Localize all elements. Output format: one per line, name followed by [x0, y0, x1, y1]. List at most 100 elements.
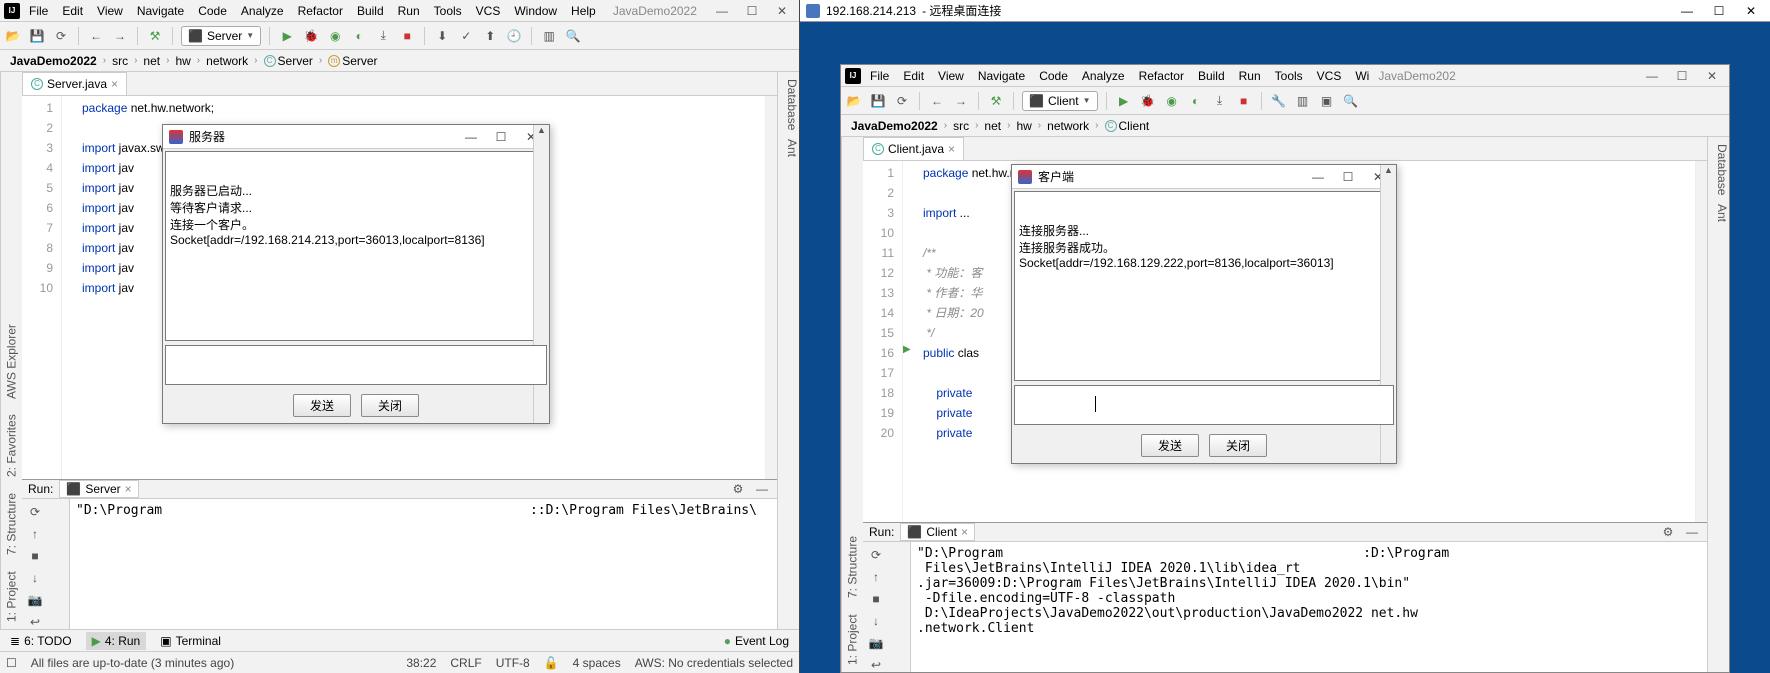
attach-icon[interactable]: ⤓ — [374, 27, 392, 45]
search-icon[interactable]: 🔍 — [564, 27, 582, 45]
swing-maximize-icon[interactable]: ☐ — [1336, 170, 1360, 184]
crumb-member[interactable]: mServer — [324, 53, 381, 69]
sync-icon[interactable]: ⟳ — [893, 92, 911, 110]
tab-aws-explorer[interactable]: AWS Explorer — [3, 321, 21, 402]
open-icon[interactable]: 📂 — [845, 92, 863, 110]
menu-view[interactable]: View — [92, 2, 128, 20]
vcs-commit-icon[interactable]: ✓ — [457, 27, 475, 45]
menu-build[interactable]: Build — [1193, 67, 1230, 85]
wrench-icon[interactable]: 🔧 — [1270, 92, 1288, 110]
crumb-hw[interactable]: hw — [1012, 118, 1035, 134]
run-tab-server[interactable]: ⬛ Server × — [59, 480, 138, 498]
run-hide-icon[interactable]: — — [753, 480, 771, 498]
run-icon[interactable]: ▶ — [278, 27, 296, 45]
tab-project[interactable]: 1: Project — [3, 568, 21, 625]
run-settings-icon[interactable]: ⚙ — [1659, 523, 1677, 541]
structure-icon[interactable]: ▥ — [540, 27, 558, 45]
menu-window[interactable]: Window — [509, 2, 562, 20]
toggle-softwrap-icon[interactable]: ↩ — [25, 612, 45, 629]
crumb-class[interactable]: CServer — [260, 53, 317, 69]
run-config-dropdown[interactable]: ⬛ Server ▼ — [181, 26, 261, 46]
tab-todo[interactable]: ≣6: TODO — [4, 632, 78, 650]
rdp-close-icon[interactable]: ✕ — [1738, 4, 1764, 18]
crumb-net[interactable]: net — [980, 118, 1005, 134]
menu-help[interactable]: Help — [566, 2, 601, 20]
coverage-icon[interactable]: ◉ — [326, 27, 344, 45]
up-icon[interactable]: ↑ — [866, 567, 886, 587]
menu-code[interactable]: Code — [1034, 67, 1073, 85]
swing-minimize-icon[interactable]: — — [1306, 170, 1330, 184]
swing-send-button[interactable]: 发送 — [293, 394, 351, 417]
screenshot-icon[interactable]: 📷 — [25, 590, 45, 610]
rerun-icon[interactable]: ⟳ — [25, 502, 45, 522]
rdp-maximize-icon[interactable]: ☐ — [1706, 4, 1732, 18]
tab-database[interactable]: Database — [1713, 141, 1729, 198]
menu-vcs[interactable]: VCS — [1312, 67, 1347, 85]
swing-maximize-icon[interactable]: ☐ — [489, 130, 513, 144]
crumb-network[interactable]: network — [1043, 118, 1093, 134]
menu-wi[interactable]: Wi — [1350, 67, 1374, 85]
vcs-history-icon[interactable]: 🕘 — [505, 27, 523, 45]
menu-refactor[interactable]: Refactor — [1134, 67, 1189, 85]
menu-file[interactable]: File — [865, 67, 894, 85]
menu-tools[interactable]: Tools — [429, 2, 467, 20]
debug-icon[interactable]: 🐞 — [302, 27, 320, 45]
menu-run[interactable]: Run — [1234, 67, 1266, 85]
save-icon[interactable]: 💾 — [869, 92, 887, 110]
minimize-button[interactable]: — — [709, 4, 735, 18]
rdp-titlebar[interactable]: 192.168.214.213 - 远程桌面连接 — ☐ ✕ — [800, 0, 1770, 22]
coverage-icon[interactable]: ◉ — [1163, 92, 1181, 110]
status-indent[interactable]: 4 spaces — [573, 656, 621, 670]
stop-icon[interactable]: ■ — [1235, 92, 1253, 110]
structure-icon[interactable]: ▣ — [1318, 92, 1336, 110]
rdp-minimize-icon[interactable]: — — [1674, 4, 1700, 18]
toggle-softwrap-icon[interactable]: ↩ — [866, 655, 886, 672]
swing-close-button[interactable]: 关闭 — [1209, 434, 1267, 457]
swing-input[interactable] — [165, 345, 547, 385]
up-icon[interactable]: ↑ — [25, 524, 45, 544]
crumb-class[interactable]: CClient — [1101, 118, 1154, 134]
file-tab-client[interactable]: C Client.java × — [863, 137, 964, 160]
rerun-icon[interactable]: ⟳ — [866, 545, 886, 565]
menu-analyze[interactable]: Analyze — [236, 2, 289, 20]
run-icon[interactable]: ▶ — [1115, 92, 1133, 110]
run-tab-client[interactable]: ⬛ Client × — [900, 523, 975, 541]
remote-ide-window[interactable]: IJ File Edit View Navigate Code Analyze … — [840, 64, 1730, 673]
forward-icon[interactable]: → — [952, 92, 970, 110]
vcs-push-icon[interactable]: ⬆ — [481, 27, 499, 45]
close-tab-icon[interactable]: × — [948, 142, 955, 156]
menu-run[interactable]: Run — [393, 2, 425, 20]
tab-structure[interactable]: 7: Structure — [844, 533, 862, 601]
crumb-net[interactable]: net — [139, 53, 164, 69]
menu-analyze[interactable]: Analyze — [1077, 67, 1130, 85]
down-icon[interactable]: ↓ — [25, 568, 45, 588]
swing-textarea[interactable]: 连接服务器...连接服务器成功。Socket[addr=/192.168.129… — [1014, 191, 1394, 381]
swing-textarea[interactable]: 服务器已启动...等待客户请求...连接一个客户。Socket[addr=/19… — [165, 151, 547, 341]
tab-database[interactable]: Database — [783, 76, 799, 133]
close-button[interactable]: ✕ — [769, 4, 795, 18]
forward-icon[interactable]: → — [111, 27, 129, 45]
run-output[interactable]: "D:\Program :D:\Program Files\JetBrains\… — [911, 542, 1707, 672]
vcs-update-icon[interactable]: ⬇ — [433, 27, 451, 45]
debug-icon[interactable]: 🐞 — [1139, 92, 1157, 110]
stop-icon[interactable]: ■ — [398, 27, 416, 45]
crumb-network[interactable]: network — [202, 53, 252, 69]
menu-navigate[interactable]: Navigate — [973, 67, 1030, 85]
status-eol[interactable]: CRLF — [450, 656, 481, 670]
menu-vcs[interactable]: VCS — [471, 2, 506, 20]
status-collapse-icon[interactable]: ☐ — [6, 656, 17, 670]
close-button[interactable]: ✕ — [1699, 69, 1725, 83]
tab-terminal[interactable]: ▣Terminal — [154, 632, 227, 650]
crumb-hw[interactable]: hw — [171, 53, 194, 69]
save-icon[interactable]: 💾 — [28, 27, 46, 45]
maximize-button[interactable]: ☐ — [1669, 69, 1695, 83]
crumb-src[interactable]: src — [949, 118, 973, 134]
down-icon[interactable]: ↓ — [866, 611, 886, 631]
status-position[interactable]: 38:22 — [406, 656, 436, 670]
stop-process-icon[interactable]: ■ — [866, 589, 886, 609]
profile-icon[interactable]: ◐ — [1187, 92, 1205, 110]
menu-build[interactable]: Build — [352, 2, 389, 20]
stop-process-icon[interactable]: ■ — [25, 546, 45, 566]
tab-project[interactable]: 1: Project — [844, 611, 862, 668]
maximize-button[interactable]: ☐ — [739, 4, 765, 18]
